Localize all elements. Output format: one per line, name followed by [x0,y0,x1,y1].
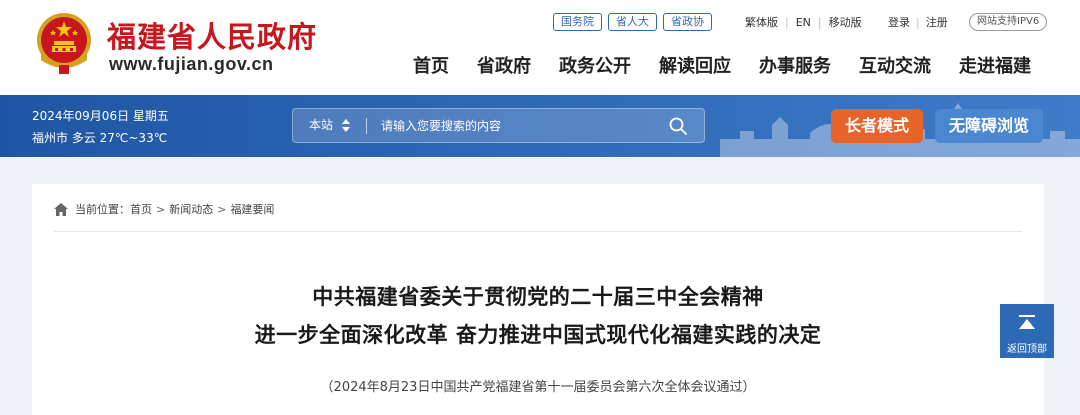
external-links: 国务院 省人大 省政协 [553,13,712,31]
breadcrumb-home[interactable]: 首页 [130,201,152,217]
article-title-line1: 中共福建省委关于贯彻党的二十届三中全会精神 [312,285,764,309]
breadcrumb-label: 当前位置： [75,203,130,216]
auth-links: 登录 | 注册 [888,14,948,30]
link-state-council[interactable]: 国务院 [553,13,602,31]
separator: | [785,15,789,29]
link-provincial-cppcc[interactable]: 省政协 [663,13,712,31]
breadcrumb-divider [54,231,1022,232]
breadcrumb: 当前位置： 首页 > 新闻动态 > 福建要闻 [54,201,274,217]
nav-home[interactable]: 首页 [413,52,449,78]
link-provincial-congress[interactable]: 省人大 [608,13,657,31]
back-to-top-button[interactable]: 返回顶部 [1000,304,1054,358]
breadcrumb-news[interactable]: 新闻动态 [169,201,213,217]
link-english[interactable]: EN [796,16,811,29]
article-subtitle: （2024年8月23日中国共产党福建省第十一届委员会第六次全体会议通过） [320,380,756,395]
separator: | [817,15,822,29]
nav-interpretation[interactable]: 解读回应 [659,52,731,78]
sort-arrows-icon[interactable] [342,119,350,132]
article-title-line2: 进一步全面深化改革 奋力推进中国式现代化福建实践的决定 [254,323,822,347]
national-emblem-icon[interactable] [33,10,95,76]
login-link[interactable]: 登录 [888,14,910,30]
nav-provincial-government[interactable]: 省政府 [477,52,531,78]
nav-government-affairs[interactable]: 政务公开 [559,52,631,78]
ipv6-badge: 网站支持IPV6 [969,13,1048,31]
link-mobile[interactable]: 移动版 [829,14,862,30]
search-input[interactable] [381,109,651,142]
home-icon [54,202,68,216]
nav-interaction[interactable]: 互动交流 [859,52,931,78]
link-traditional-chinese[interactable]: 繁体版 [745,14,778,30]
main-nav: 首页 省政府 政务公开 解读回应 办事服务 互动交流 走进福建 [413,52,1031,78]
elder-mode-button[interactable]: 长者模式 [831,109,923,143]
search-icon[interactable] [669,117,687,135]
arrow-up-icon [1019,315,1035,329]
site-url: www.fujian.gov.cn [109,54,274,74]
accessibility-button[interactable]: 无障碍浏览 [935,109,1043,143]
site-header: 福建省人民政府 www.fujian.gov.cn 国务院 省人大 省政协 繁体… [0,0,1080,95]
back-to-top-label: 返回顶部 [1007,344,1047,355]
utility-links: 繁体版 | EN | 移动版 [745,14,862,30]
separator: | [916,15,920,29]
register-link[interactable]: 注册 [926,14,948,30]
breadcrumb-separator: > [217,202,227,216]
search-box: 本站 [292,108,705,143]
current-date: 2024年09月06日 星期五 [32,109,169,123]
breadcrumb-separator: > [156,202,166,216]
info-bar: 2024年09月06日 星期五 福州市 多云 27℃~33℃ 本站 长者模式 无… [0,95,1080,157]
search-divider [366,118,367,134]
article-card: 当前位置： 首页 > 新闻动态 > 福建要闻 中共福建省委关于贯彻党的二十届三中… [32,184,1044,415]
nav-about-fujian[interactable]: 走进福建 [959,52,1031,78]
search-scope-select[interactable]: 本站 [309,109,333,142]
weather-info: 福州市 多云 27℃~33℃ [32,131,168,145]
breadcrumb-fujian-news[interactable]: 福建要闻 [230,201,274,217]
site-name[interactable]: 福建省人民政府 [107,14,317,56]
nav-services[interactable]: 办事服务 [759,52,831,78]
